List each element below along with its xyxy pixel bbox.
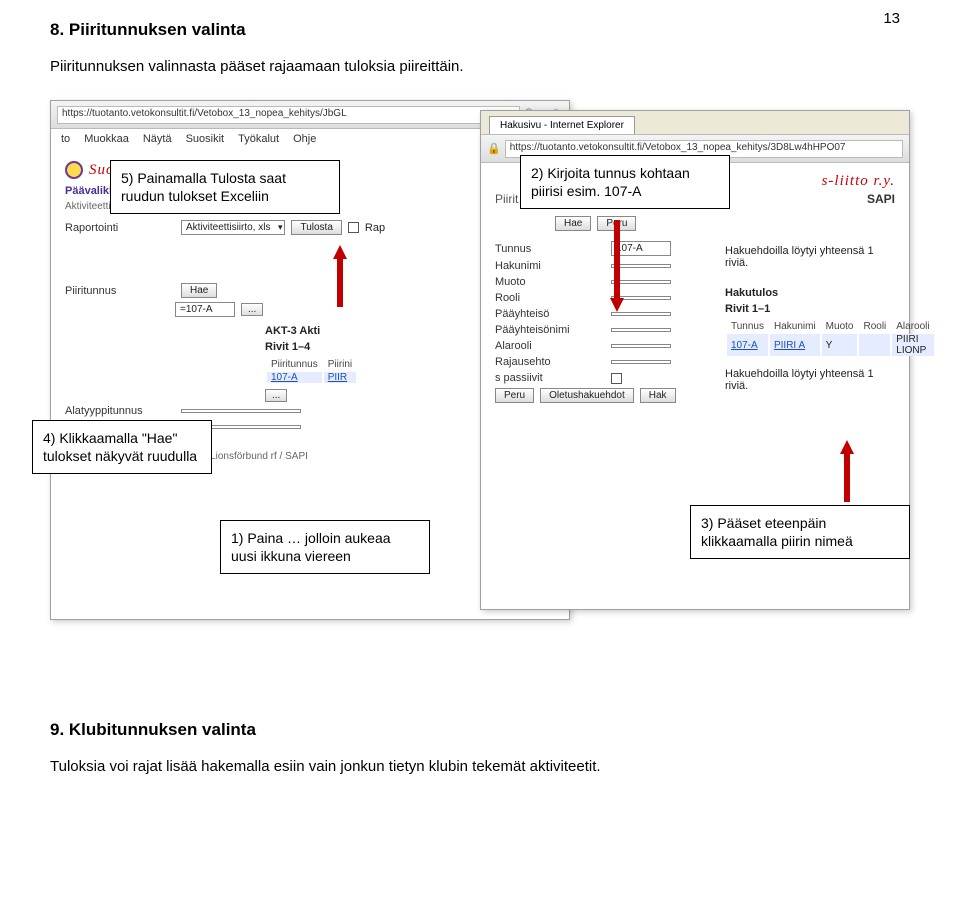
lions-logo-icon — [65, 161, 83, 179]
rcell-muoto: Y — [822, 334, 858, 356]
alarooli-input[interactable] — [611, 344, 671, 348]
paayhteisonimi-input[interactable] — [611, 328, 671, 332]
hak-button[interactable]: Hak — [640, 388, 676, 403]
menu-nayta[interactable]: Näytä — [143, 133, 172, 147]
hae-button-left[interactable]: Hae — [181, 283, 217, 298]
hakutulos-label: Hakutulos — [725, 287, 895, 299]
rajausehto-input[interactable] — [611, 360, 671, 364]
callout-1: 1) Paina … jolloin aukeaa uusi ikkuna vi… — [220, 520, 430, 574]
alatyyppi-label: Alatyyppitunnus — [65, 405, 175, 417]
callout-3: 3) Pääset eteenpäin klikkaamalla piirin … — [690, 505, 910, 559]
muoto-input[interactable] — [611, 280, 671, 284]
tab-row-right: Hakusivu - Internet Explorer — [481, 111, 909, 135]
menu-muokkaa[interactable]: Muokkaa — [84, 133, 129, 147]
peru-button-right[interactable]: Peru — [597, 216, 636, 231]
tunnus-label: Tunnus — [495, 243, 605, 255]
rcell-tunnus[interactable]: 107-A — [727, 334, 768, 356]
sapi-label: SAPI — [867, 192, 895, 206]
menu-to[interactable]: to — [61, 133, 70, 147]
rcol-tunnus: Tunnus — [727, 321, 768, 332]
piiritunnus-input[interactable]: =107-A — [175, 302, 235, 317]
url-field[interactable]: https://tuotanto.vetokonsultit.fi/Vetobo… — [57, 106, 520, 124]
rcol-alarooli: Alarooli — [892, 321, 933, 332]
page-number: 13 — [883, 10, 900, 27]
rap-label: Rap — [365, 222, 385, 234]
cell-107a[interactable]: 107-A — [267, 372, 322, 383]
peru-button-bottom[interactable]: Peru — [495, 388, 534, 403]
left-result-table: PiiritunnusPiirini 107-APIIR — [265, 357, 358, 385]
screenshot-area: https://tuotanto.vetokonsultit.fi/Vetobo… — [50, 100, 910, 660]
raportointi-select[interactable]: Aktiviteettisiirto, xls — [181, 220, 285, 235]
paayhteisonimi-label: Pääyhteisönimi — [495, 324, 605, 336]
paayhteiso-label: Pääyhteisö — [495, 308, 605, 320]
passiivit-label: s passiivit — [495, 372, 605, 384]
ellipsis-button-2[interactable]: ... — [265, 389, 287, 402]
alatyyppi-input[interactable] — [181, 409, 301, 413]
alarooli-label: Alarooli — [495, 340, 605, 352]
cell-piir[interactable]: PIIR — [324, 372, 356, 383]
rcol-muoto: Muoto — [822, 321, 858, 332]
tab-hakusivu[interactable]: Hakusivu - Internet Explorer — [489, 116, 635, 134]
callout-2: 2) Kirjoita tunnus kohtaan piirisi esim.… — [520, 155, 730, 209]
summary-2: Hakuehdoilla löytyi yhteensä 1 riviä. — [725, 368, 895, 392]
right-result-table: Tunnus Hakunimi Muoto Rooli Alarooli 107… — [725, 319, 936, 358]
section-9-title: 9. Klubitunnuksen valinta — [50, 720, 910, 740]
logo-suffix: s-liitto r.y. — [822, 173, 895, 189]
hae-button-right[interactable]: Hae — [555, 216, 591, 231]
rcell-hakunimi[interactable]: PIIRI A — [770, 334, 820, 356]
section-9-intro: Tuloksia voi rajat lisää hakemalla esiin… — [50, 758, 910, 775]
rivit-right: Rivit 1–1 — [725, 303, 895, 315]
lock-icon: 🔒 — [487, 142, 501, 155]
rooli-label: Rooli — [495, 292, 605, 304]
muoto-label: Muoto — [495, 276, 605, 288]
menu-tyokalut[interactable]: Työkalut — [238, 133, 279, 147]
oletus-button-right[interactable]: Oletushakuehdot — [540, 388, 634, 403]
menu-ohje[interactable]: Ohje — [293, 133, 316, 147]
section-8-title: 8. Piiritunnuksen valinta — [50, 20, 910, 40]
callout-4: 4) Klikkaamalla "Hae" tulokset näkyvät r… — [32, 420, 212, 474]
callout-5: 5) Painamalla Tulosta saat ruudun tuloks… — [110, 160, 340, 214]
col-piirini: Piirini — [324, 359, 356, 370]
ellipsis-button-1[interactable]: ... — [241, 303, 263, 316]
section-9: 9. Klubitunnuksen valinta Tuloksia voi r… — [50, 720, 910, 775]
rooli-input[interactable] — [611, 296, 671, 300]
logo-right: s-liitto r.y. — [822, 173, 895, 189]
paayhteiso-input[interactable] — [611, 312, 671, 316]
rcol-hakunimi: Hakunimi — [770, 321, 820, 332]
summary-1: Hakuehdoilla löytyi yhteensä 1 riviä. — [725, 245, 895, 269]
rcell-alarooli: PIIRI LIONP — [892, 334, 933, 356]
menu-suosikit[interactable]: Suosikit — [186, 133, 225, 147]
rcol-rooli: Rooli — [859, 321, 890, 332]
rap-checkbox[interactable] — [348, 222, 359, 233]
passiivit-checkbox[interactable] — [611, 373, 622, 384]
section-8-intro: Piiritunnuksen valinnasta pääset rajaama… — [50, 58, 910, 75]
hakunimi-label: Hakunimi — [495, 260, 605, 272]
tunnus-input[interactable]: 107-A — [611, 241, 671, 256]
piiritunnus-label: Piiritunnus — [65, 285, 175, 297]
col-piiritunnus: Piiritunnus — [267, 359, 322, 370]
raportointi-label: Raportointi — [65, 222, 175, 234]
tulosta-button[interactable]: Tulosta — [291, 220, 341, 235]
rcell-rooli — [859, 334, 890, 356]
rajausehto-label: Rajausehto — [495, 356, 605, 368]
hakunimi-input[interactable] — [611, 264, 671, 268]
